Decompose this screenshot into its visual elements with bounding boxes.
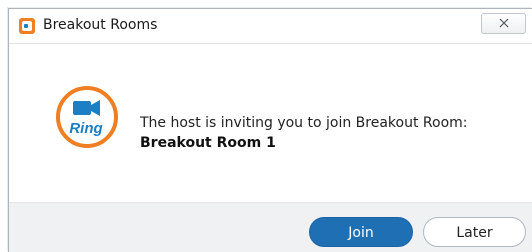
title-bar: Breakout Rooms [9, 9, 532, 41]
dialog-body: Ring The host is inviting you to join Br… [9, 44, 532, 202]
dialog-footer: Join Later [9, 202, 532, 252]
ringcentral-app-icon [19, 18, 35, 34]
close-button[interactable] [481, 13, 526, 34]
close-icon [499, 18, 509, 28]
join-button[interactable]: Join [309, 217, 413, 247]
window-title: Breakout Rooms [43, 17, 158, 33]
breakout-rooms-dialog: Breakout Rooms Ring The host is inviting… [8, 8, 532, 252]
invitation-message: The host is inviting you to join Breakou… [140, 115, 468, 131]
later-button[interactable]: Later [423, 217, 526, 247]
logo-text: Ring [69, 120, 102, 137]
ringcentral-video-logo-icon: Ring [56, 86, 118, 148]
breakout-room-name: Breakout Room 1 [140, 135, 276, 151]
